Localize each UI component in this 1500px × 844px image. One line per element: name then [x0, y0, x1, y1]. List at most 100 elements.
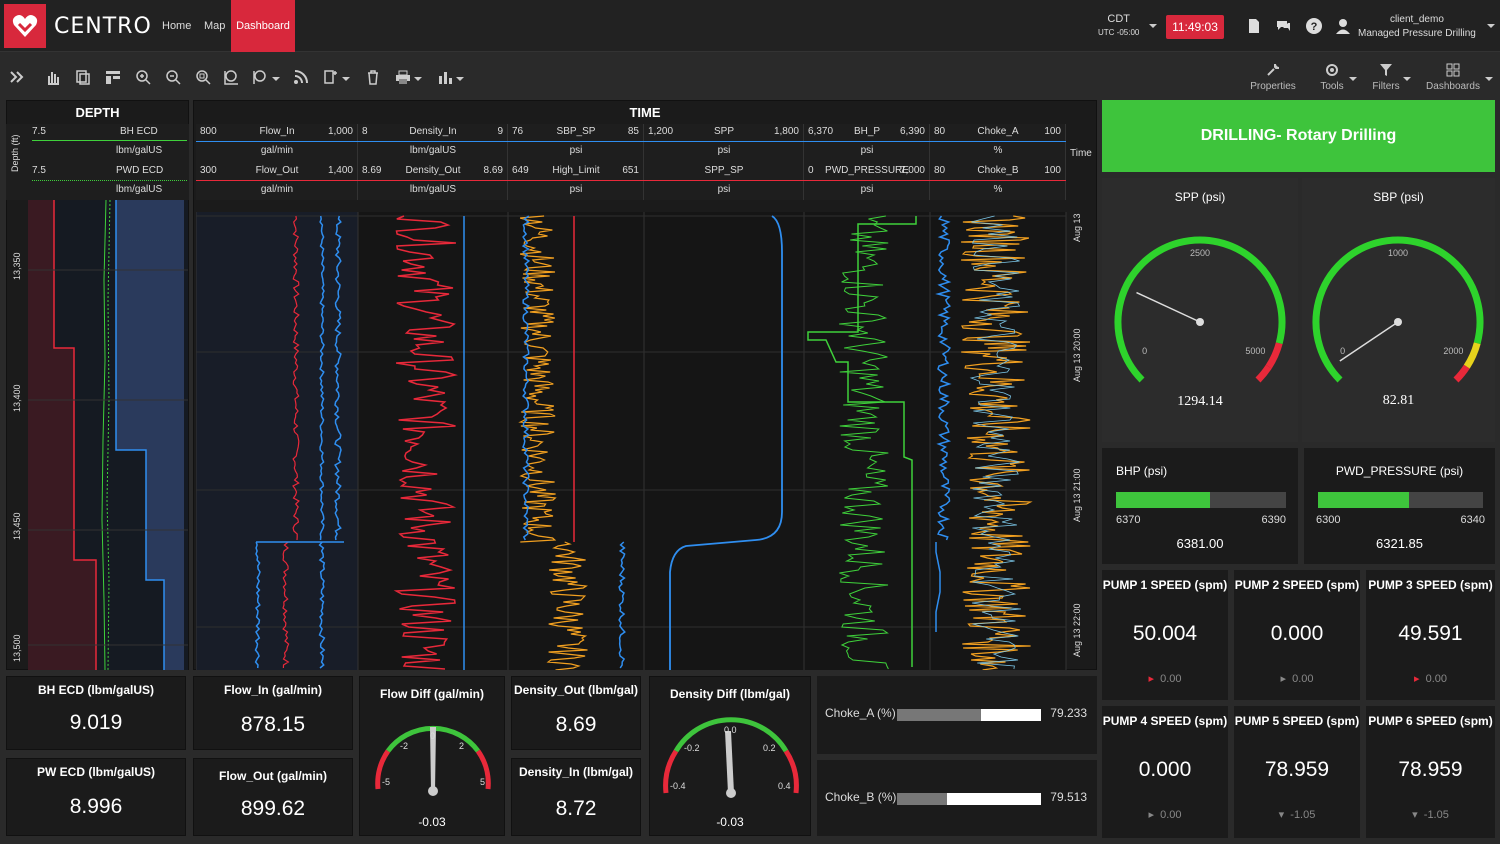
choke-b-panel: Choke_B (%) 79.513 — [817, 760, 1097, 836]
bh-ecd-name: BH ECD — [120, 126, 158, 137]
zoom-out-icon[interactable] — [164, 68, 182, 86]
chat-icon[interactable] — [1275, 17, 1293, 35]
choke-a-bar — [897, 709, 1041, 721]
pump-title: PUMP 3 SPEED (spm) — [1368, 578, 1493, 592]
sbp-gauge: 0 1000 2000 — [1312, 236, 1484, 383]
tools-button[interactable]: Tools — [1312, 62, 1352, 92]
pump-5-panel: PUMP 5 SPEED (spm) 78.959 ▾ -1.05 — [1234, 706, 1360, 838]
gauge-arc — [1255, 364, 1272, 383]
gauge-tick: -0.4 — [670, 781, 686, 791]
properties-button[interactable]: Properties — [1246, 62, 1300, 92]
chevron-down-icon[interactable] — [1348, 74, 1358, 84]
track-b-max: 1,400 — [327, 165, 353, 176]
brand-name: CENTRO — [54, 14, 152, 39]
nav-dashboard[interactable]: Dashboard — [231, 0, 295, 52]
timezone-selector[interactable]: CDT UTC -05:00 — [1098, 13, 1139, 39]
track-a-unit: lbm/galUS — [409, 145, 457, 156]
pan-icon[interactable] — [44, 68, 62, 86]
flow-out-panel: Flow_Out (gal/min) 899.62 — [193, 758, 353, 836]
tools-label: Tools — [1320, 81, 1344, 92]
dashboards-button[interactable]: Dashboards — [1422, 62, 1484, 92]
pump-2-panel: PUMP 2 SPEED (spm) 0.000 ▸ 0.00 — [1234, 570, 1360, 700]
pw-ecd-value: 8.996 — [69, 795, 123, 818]
gauge-needle — [1136, 291, 1201, 323]
zoom-reset-icon[interactable] — [222, 68, 240, 86]
chevron-down-icon[interactable] — [1484, 74, 1494, 84]
chevron-down-icon[interactable] — [413, 68, 423, 86]
choke-a-panel: Choke_A (%) 79.233 — [817, 676, 1097, 754]
gauge-tick: 0.2 — [763, 743, 776, 753]
expand-icon[interactable] — [8, 68, 26, 86]
flow-diff-value: -0.03 — [418, 815, 446, 829]
zoom-in-icon[interactable] — [134, 68, 152, 86]
gauge-arc — [1114, 236, 1286, 383]
nav-home[interactable]: Home — [162, 0, 191, 52]
bh-ecd-value: 9.019 — [69, 711, 123, 734]
layout-icon[interactable] — [104, 68, 122, 86]
print-icon[interactable] — [394, 68, 412, 86]
filters-label: Filters — [1372, 81, 1400, 92]
depth-panel-title: DEPTH — [75, 105, 120, 120]
document-icon[interactable] — [1245, 17, 1263, 35]
nav-map[interactable]: Map — [204, 0, 225, 52]
depth-tick: 13,350 — [12, 252, 22, 280]
density-diff-gauge: -0.4 -0.2 0.0 0.2 0.4 — [663, 717, 799, 798]
bhp-max: 6390 — [1261, 514, 1286, 526]
density-diff-title: Density Diff (lbm/gal) — [669, 687, 790, 701]
chevron-down-icon[interactable] — [1482, 17, 1500, 35]
choke-b-value: 79.513 — [1050, 790, 1087, 804]
bhp-value: 6381.00 — [1176, 536, 1224, 551]
pump-6-panel: PUMP 6 SPEED (spm) 78.959 ▾ -1.05 — [1366, 706, 1495, 838]
chevron-down-icon[interactable] — [1402, 74, 1412, 84]
bar-chart-icon[interactable] — [436, 68, 454, 86]
flow-out-title: Flow_Out (gal/min) — [219, 769, 327, 783]
logo-icon[interactable] — [4, 4, 46, 48]
density-out-panel: Density_Out (lbm/gal) 8.69 — [511, 676, 641, 750]
user-menu[interactable]: client_demo Managed Pressure Drilling — [1358, 13, 1476, 41]
zoom-fit-icon[interactable] — [194, 68, 212, 86]
gauge-tick: 2000 — [1443, 346, 1463, 356]
chevron-down-icon[interactable] — [455, 68, 465, 86]
pump-4-panel: PUMP 4 SPEED (spm) 0.000 ▸ 0.00 — [1102, 706, 1228, 838]
choke-b-bar-fill — [897, 793, 948, 805]
chevron-down-icon[interactable] — [341, 68, 351, 86]
pwd-ecd-name: PWD ECD — [116, 165, 164, 176]
trend-down-icon: ▾ — [1278, 809, 1285, 821]
choke-b-bar — [897, 793, 1041, 805]
track-a-name: Density_In — [409, 126, 457, 137]
gauge-tick: 0 — [430, 731, 435, 741]
flow-diff-panel: Flow Diff (gal/min) -5 -2 0 2 5 -0.03 — [359, 676, 505, 836]
spp-gauge-title: SPP (psi) — [1174, 190, 1226, 204]
pump-title: PUMP 2 SPEED (spm) — [1234, 578, 1360, 592]
trash-icon[interactable] — [364, 68, 382, 86]
time-log-chart: Aug 13 19:00 Aug 13 20:00 Aug 13 21:00 Aug … — [196, 212, 1082, 670]
time-track-header-column: 6,370 BH_P 6,390 psi 0 PWD_PRESSURE 7,000 psi — [804, 124, 930, 200]
chevron-down-icon[interactable] — [1144, 17, 1162, 35]
pump-value: 50.004 — [1132, 622, 1198, 645]
zoom-menu-icon[interactable] — [252, 68, 270, 86]
track-a-max: 1,000 — [327, 126, 353, 137]
filters-button[interactable]: Filters — [1366, 62, 1406, 92]
gauge-tick: -5 — [382, 777, 390, 787]
track-b-max: 8.69 — [483, 165, 503, 176]
flow-diff-gauge: -5 -2 0 2 5 — [375, 725, 491, 796]
chevron-down-icon[interactable] — [271, 68, 281, 86]
track-a-unit: % — [993, 145, 1003, 156]
add-track-icon[interactable] — [322, 68, 340, 86]
copy-icon[interactable] — [74, 68, 92, 86]
user-icon[interactable] — [1334, 17, 1352, 35]
choke-a-value: 79.233 — [1050, 706, 1087, 720]
bh-ecd-panel: BH ECD (lbm/galUS) 9.019 — [6, 676, 186, 750]
track-b-unit: psi — [717, 184, 731, 195]
bh-ecd-title: BH ECD (lbm/galUS) — [37, 683, 154, 697]
gauge-arc — [1265, 342, 1283, 369]
pump-value: 49.591 — [1398, 622, 1463, 645]
trend-down-icon: ▾ — [1412, 809, 1418, 821]
density-in-panel: Density_In (lbm/gal) 8.72 — [511, 758, 641, 836]
help-icon[interactable]: ? — [1305, 17, 1323, 35]
rss-icon[interactable] — [292, 68, 310, 86]
pwd-pressure-panel: PWD_PRESSURE (psi) 6300 6340 6321.85 — [1304, 448, 1495, 564]
pw-ecd-panel: PW ECD (lbm/galUS) 8.996 — [6, 758, 186, 836]
depth-log-chart: 13,350 13,400 13,450 13,500 — [12, 200, 188, 670]
pwd-pressure-min: 6300 — [1316, 514, 1341, 526]
